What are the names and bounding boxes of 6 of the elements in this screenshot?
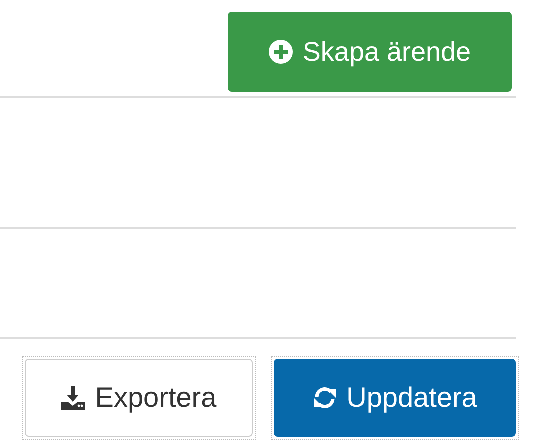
plus-circle-icon [268,40,293,64]
export-button[interactable]: Exportera [25,359,253,437]
refresh-button[interactable]: Uppdatera [274,359,516,437]
refresh-icon [312,386,337,410]
create-case-button[interactable]: Skapa ärende [228,12,512,92]
download-icon [61,386,86,410]
